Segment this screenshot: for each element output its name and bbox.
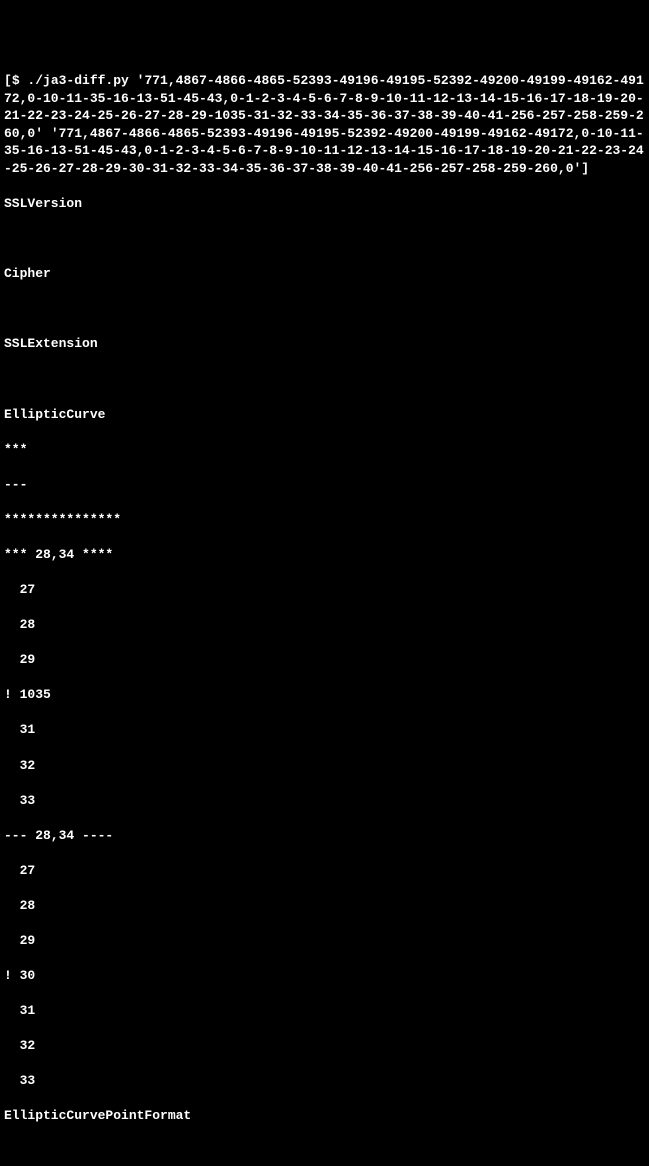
output-diff-changed-old: ! 1035 <box>4 686 645 704</box>
output-diff-context: 31 <box>4 721 645 739</box>
output-blank <box>4 300 645 318</box>
prompt-close-bracket: ] <box>581 161 589 176</box>
output-sslversion: SSLVersion <box>4 195 645 213</box>
terminal-prompt-line[interactable]: [$ ./ja3-diff.py '771,4867-4866-4865-523… <box>4 72 645 177</box>
command-name: ./ja3-diff.py <box>27 73 128 88</box>
output-diff-context: 31 <box>4 1002 645 1020</box>
output-diff-from-hunk: *** 28,34 **** <box>4 546 645 564</box>
output-sslextension: SSLExtension <box>4 335 645 353</box>
output-blank <box>4 370 645 388</box>
output-diff-changed-new: ! 30 <box>4 967 645 985</box>
output-cipher: Cipher <box>4 265 645 283</box>
output-diff-context: 32 <box>4 1037 645 1055</box>
output-diff-context: 29 <box>4 932 645 950</box>
output-diff-header-sep: *************** <box>4 511 645 529</box>
output-diff-to-hunk: --- 28,34 ---- <box>4 827 645 845</box>
command-arg-2: '771,4867-4866-4865-52393-49196-49195-52… <box>4 126 644 176</box>
output-diff-stars: *** <box>4 441 645 459</box>
output-diff-context: 27 <box>4 862 645 880</box>
output-ellipticcurve: EllipticCurve <box>4 406 645 424</box>
output-diff-context: 27 <box>4 581 645 599</box>
output-diff-context: 29 <box>4 651 645 669</box>
output-diff-context: 32 <box>4 757 645 775</box>
prompt-symbol: $ <box>12 73 28 88</box>
output-ellipticcurvepointformat: EllipticCurvePointFormat <box>4 1107 645 1125</box>
output-diff-context: 28 <box>4 897 645 915</box>
output-diff-context: 33 <box>4 792 645 810</box>
output-diff-context: 33 <box>4 1072 645 1090</box>
prompt-open-bracket: [ <box>4 73 12 88</box>
output-diff-context: 28 <box>4 616 645 634</box>
output-blank <box>4 230 645 248</box>
output-diff-dashes: --- <box>4 476 645 494</box>
